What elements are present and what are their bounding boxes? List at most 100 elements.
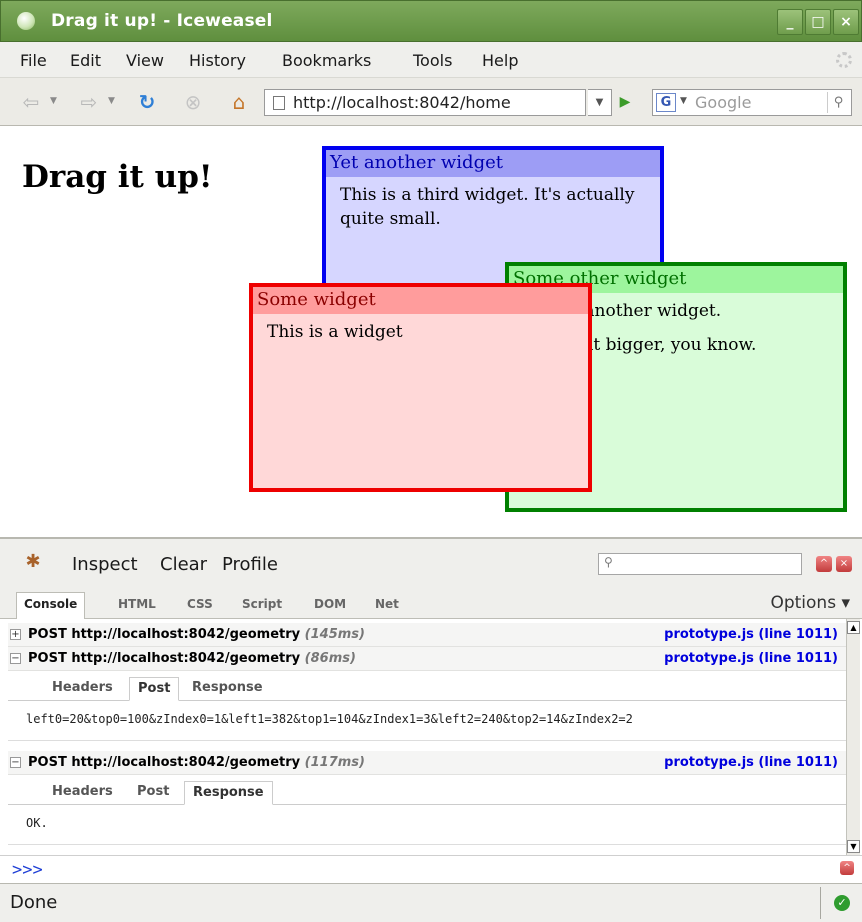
widget-title[interactable]: Yet another widget — [326, 150, 660, 177]
url-history-dropdown[interactable]: ▼ — [588, 89, 612, 116]
request-time: (117ms) — [304, 755, 365, 770]
scroll-down-icon[interactable]: ▼ — [847, 840, 860, 853]
menu-bookmarks[interactable]: Bookmarks — [282, 51, 371, 70]
search-box[interactable]: G ▼ Google ⚲ — [652, 89, 852, 116]
console-scrollbar[interactable]: ▲ ▼ — [846, 619, 860, 855]
menu-history[interactable]: History — [189, 51, 246, 70]
scroll-up-icon[interactable]: ▲ — [847, 621, 860, 634]
tab-net[interactable]: Net — [368, 593, 406, 617]
url-bar[interactable]: http://localhost:8042/home — [264, 89, 586, 116]
tab-html[interactable]: HTML — [111, 593, 163, 617]
firebug-minimize-icon[interactable]: ^ — [816, 556, 832, 572]
sub-tab-post[interactable]: Post — [129, 781, 177, 805]
request-source-link[interactable]: prototype.js (line 1011) — [664, 651, 838, 666]
navigation-toolbar: ⇦ ▼ ⇨ ▼ ↻ ⊗ ⌂ http://localhost:8042/home… — [0, 78, 862, 126]
home-icon[interactable]: ⌂ — [226, 90, 252, 114]
request-sub-tabs: Headers Post Response — [8, 671, 846, 701]
sub-tab-response[interactable]: Response — [184, 781, 273, 805]
request-line: POST http://localhost:8042/geometry (86m… — [28, 651, 356, 666]
tab-dom[interactable]: DOM — [307, 593, 353, 617]
search-placeholder[interactable]: Google — [695, 93, 751, 112]
widget-text: This is a widget — [267, 322, 403, 342]
widget-body: This is a widget — [253, 314, 588, 360]
iceweasel-app-icon — [17, 12, 35, 30]
close-window-button[interactable]: × — [833, 9, 859, 35]
widget-text: This is a third widget. It's actually qu… — [340, 185, 635, 229]
command-prompt: >>> — [12, 860, 43, 880]
search-engine-dropdown-icon[interactable]: ▼ — [680, 96, 687, 106]
menu-bar: File Edit View History Bookmarks Tools H… — [0, 42, 862, 78]
request-row[interactable]: + POST http://localhost:8042/geometry (1… — [8, 623, 846, 647]
page-content: Drag it up! Yet another widget This is a… — [0, 127, 862, 537]
firebug-toolbar: ✱ Inspect Clear Profile ⚲ ^ × — [0, 539, 862, 587]
status-divider — [820, 887, 821, 919]
sub-tab-post[interactable]: Post — [129, 677, 180, 701]
firebug-tab-bar: Console HTML CSS Script DOM Net Options … — [0, 587, 862, 619]
request-url: POST http://localhost:8042/geometry — [28, 755, 301, 770]
chevron-down-icon: ▾ — [836, 593, 850, 613]
menu-file[interactable]: File — [20, 51, 47, 70]
menu-tools[interactable]: Tools — [413, 51, 452, 70]
url-text[interactable]: http://localhost:8042/home — [293, 93, 511, 112]
sub-tab-response[interactable]: Response — [184, 677, 271, 701]
activity-throbber-icon — [836, 52, 852, 68]
firebug-bug-icon[interactable]: ✱ — [22, 552, 44, 572]
scroll-thumb[interactable] — [848, 635, 859, 825]
menu-view[interactable]: View — [126, 51, 164, 70]
request-row[interactable]: − POST http://localhost:8042/geometry (1… — [8, 751, 846, 775]
sub-tab-headers[interactable]: Headers — [44, 781, 121, 805]
search-icon: ⚲ — [604, 555, 613, 569]
request-line: POST http://localhost:8042/geometry (117… — [28, 755, 365, 770]
search-engine-icon[interactable]: G — [656, 93, 676, 112]
post-body: left0=20&top0=100&zIndex0=1&left1=382&to… — [8, 701, 846, 741]
expand-icon[interactable]: + — [10, 629, 21, 640]
request-source-link[interactable]: prototype.js (line 1011) — [664, 755, 838, 770]
window-title-bar[interactable]: Drag it up! - Iceweasel _ □ × — [0, 0, 862, 42]
request-url: POST http://localhost:8042/geometry — [28, 627, 301, 642]
request-source-link[interactable]: prototype.js (line 1011) — [664, 627, 838, 642]
request-url: POST http://localhost:8042/geometry — [28, 651, 301, 666]
back-history-dropdown-icon[interactable]: ▼ — [50, 96, 57, 106]
request-row[interactable]: − POST http://localhost:8042/geometry (8… — [8, 647, 846, 671]
tab-script[interactable]: Script — [235, 593, 289, 617]
stop-icon[interactable]: ⊗ — [180, 90, 206, 114]
inspect-button[interactable]: Inspect — [72, 554, 138, 575]
page-icon — [273, 96, 285, 110]
firebug-panel: ✱ Inspect Clear Profile ⚲ ^ × Console HT… — [0, 537, 862, 883]
firebug-search-input[interactable]: ⚲ — [598, 553, 802, 575]
window-title: Drag it up! - Iceweasel — [51, 11, 273, 31]
response-body: OK. — [8, 805, 846, 845]
widget-body: This is a third widget. It's actually qu… — [326, 177, 660, 247]
back-icon[interactable]: ⇦ — [18, 90, 44, 114]
sub-tab-headers[interactable]: Headers — [44, 677, 121, 701]
request-sub-tabs: Headers Post Response — [8, 775, 846, 805]
options-menu[interactable]: Options ▾ — [770, 593, 850, 613]
forward-icon[interactable]: ⇨ — [76, 90, 102, 114]
clear-button[interactable]: Clear — [160, 554, 207, 575]
reload-icon[interactable]: ↻ — [134, 90, 160, 114]
command-line-close-icon[interactable]: ^ — [840, 861, 854, 875]
command-line[interactable]: >>> ^ — [0, 855, 862, 883]
request-time: (86ms) — [304, 651, 356, 666]
widget-title[interactable]: Some widget — [253, 287, 588, 314]
request-time: (145ms) — [304, 627, 365, 642]
collapse-icon[interactable]: − — [10, 653, 21, 664]
status-bar: Done ✓ — [0, 883, 862, 922]
menu-help[interactable]: Help — [482, 51, 518, 70]
go-icon[interactable]: ▶ — [616, 93, 634, 111]
profile-button[interactable]: Profile — [222, 554, 278, 575]
console-log: + POST http://localhost:8042/geometry (1… — [8, 619, 846, 855]
firebug-close-icon[interactable]: × — [836, 556, 852, 572]
tab-console[interactable]: Console — [16, 592, 86, 619]
request-line: POST http://localhost:8042/geometry (145… — [28, 627, 365, 642]
forward-history-dropdown-icon[interactable]: ▼ — [108, 96, 115, 106]
maximize-button[interactable]: □ — [805, 9, 831, 35]
tab-css[interactable]: CSS — [180, 593, 220, 617]
widget-some[interactable]: Some widget This is a widget — [249, 283, 592, 492]
minimize-button[interactable]: _ — [777, 9, 803, 35]
collapse-icon[interactable]: − — [10, 757, 21, 768]
page-heading: Drag it up! — [22, 159, 213, 195]
search-icon[interactable]: ⚲ — [827, 92, 849, 113]
firebug-status-ok-icon[interactable]: ✓ — [834, 895, 850, 911]
menu-edit[interactable]: Edit — [70, 51, 101, 70]
